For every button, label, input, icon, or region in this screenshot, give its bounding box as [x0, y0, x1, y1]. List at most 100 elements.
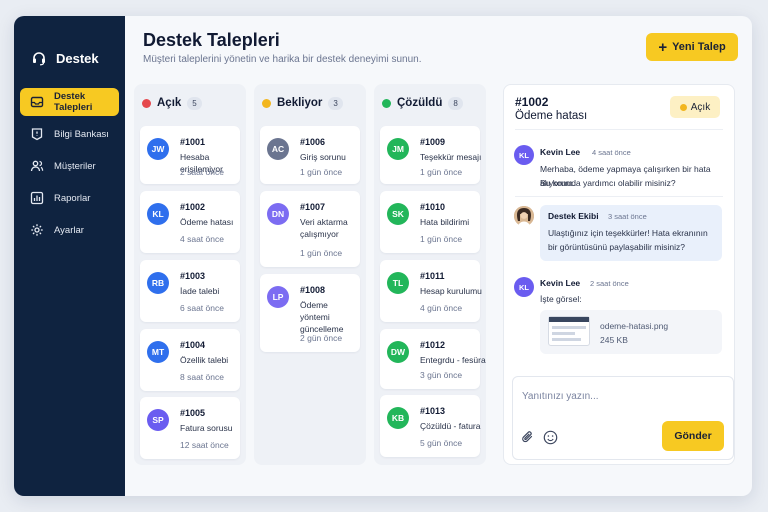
message-author: Destek Ekibi [548, 211, 599, 221]
ticket-id: #1012 [420, 340, 446, 350]
avatar: KL [514, 277, 534, 297]
ticket-time: 5 gün önce [420, 438, 463, 448]
gear-icon [30, 223, 44, 237]
page-title: Destek Talepleri [143, 30, 280, 50]
ticket-card[interactable]: AC #1006 Giriş sorunu 1 gün önce [260, 126, 360, 184]
ticket-card[interactable]: KB #1013 Çözüldü - fatura 5 gün önce [380, 395, 480, 457]
message-time: 2 saat önce [590, 279, 629, 288]
ticket-card[interactable]: JM #1009 Teşekkür mesajı 1 gün önce [380, 126, 481, 184]
ticket-subject: Hata bildirimi [420, 217, 470, 227]
message-time: 4 saat önce [592, 148, 631, 157]
sidebar-item-label: Ayarlar [54, 224, 84, 236]
column-header: Bekliyor 3 [254, 84, 366, 122]
count-badge: 8 [448, 96, 463, 110]
ticket-subject: Veri aktarma çalışmıyor [300, 217, 348, 239]
ticket-time: 1 gün önce [300, 167, 343, 177]
sidebar-item-label: Destek Talepleri [54, 91, 93, 113]
page-subtitle: Müşteri taleplerini yönetin ve harika bi… [143, 54, 422, 65]
divider [515, 196, 723, 197]
avatar: JW [147, 138, 169, 160]
sidebar-item-knowledge-base[interactable]: Bilgi Bankası [20, 120, 119, 148]
ticket-card[interactable]: DW #1012 Entegrdu - fesüra 3 gün önce [380, 329, 486, 389]
column-title: Bekliyor [277, 97, 323, 109]
app-window: Destek Destek Talepleri Bilgi Bankası Mü… [14, 16, 752, 496]
ticket-card[interactable]: SK #1010 Hata bildirimi 1 gün önce [380, 191, 480, 253]
ticket-subject: Fatura sorusu [180, 423, 233, 433]
attachment-size: 245 KB [600, 335, 628, 345]
book-icon [30, 127, 44, 141]
ticket-card[interactable]: DN #1007 Veri aktarma çalışmıyor 1 gün ö… [260, 191, 360, 267]
avatar: LP [267, 286, 289, 308]
brand[interactable]: Destek [14, 48, 125, 68]
support-avatar [514, 206, 534, 226]
ticket-subject: Hesap kurulumu [420, 286, 482, 296]
message-author: Kevin Lee [540, 147, 581, 157]
avatar: SP [147, 409, 169, 431]
sidebar-item-tickets[interactable]: Destek Talepleri [20, 88, 119, 116]
column-pending: Bekliyor 3 AC #1006 Giriş sorunu 1 gün ö… [254, 84, 366, 465]
ticket-time: 2 saat önce [180, 167, 224, 177]
ticket-card[interactable]: JW #1001 Hesaba erişilemiyor 2 saat önce [140, 126, 240, 184]
ticket-card[interactable]: RB #1003 İade talebi 6 saat önce [140, 260, 240, 322]
ticket-time: 3 gün önce [420, 370, 463, 380]
column-header: Açık 5 [134, 84, 246, 122]
ticket-card[interactable]: TL #1011 Hesap kurulumu 4 gün önce [380, 260, 482, 322]
sidebar-item-reports[interactable]: Raporlar [20, 184, 119, 212]
status-dot [262, 98, 271, 108]
ticket-id: #1010 [420, 202, 446, 212]
ticket-subject: Entegrdu - fesüra [420, 355, 486, 365]
message-author: Kevin Lee [540, 278, 581, 288]
status-dot [679, 103, 687, 111]
ticket-time: 6 saat önce [180, 303, 224, 313]
ticket-card[interactable]: LP #1008 Ödeme yöntemi güncelleme 2 gün … [260, 274, 360, 352]
ticket-id: #1004 [180, 340, 206, 350]
ticket-id: #1008 [300, 285, 326, 295]
status-dot [382, 98, 391, 108]
detail-ticket-subject: Ödeme hatası [515, 110, 588, 122]
ticket-time: 2 gün önce [300, 333, 343, 343]
ticket-subject: Ödeme yöntemi güncelleme [300, 300, 344, 334]
ticket-card[interactable]: KL #1002 Ödeme hatası 4 saat önce [140, 191, 240, 253]
chart-icon [30, 191, 44, 205]
ticket-id: #1003 [180, 271, 206, 281]
attachment[interactable]: odeme-hatasi.png 245 KB [540, 310, 722, 354]
ticket-time: 1 gün önce [420, 234, 463, 244]
ticket-time: 12 saat önce [180, 440, 229, 450]
ticket-id: #1006 [300, 137, 326, 147]
reply-box: Gönder [512, 376, 734, 460]
reply-input[interactable] [522, 387, 722, 405]
main-content: Destek Talepleri Müşteri taleplerini yön… [125, 16, 752, 496]
sidebar-item-label: Bilgi Bankası [54, 128, 109, 140]
avatar: SK [387, 203, 409, 225]
ticket-id: #1011 [420, 271, 445, 281]
ticket-id: #1013 [420, 406, 446, 416]
ticket-time: 8 saat önce [180, 372, 224, 382]
ticket-card[interactable]: SP #1005 Fatura sorusu 12 saat önce [140, 397, 240, 459]
sidebar-item-label: Raporlar [54, 192, 91, 204]
ticket-subject: Çözüldü - fatura [420, 421, 481, 431]
ticket-subject: Ödeme hatası [180, 217, 234, 227]
column-open: Açık 5 JW #1001 Hesaba erişilemiyor 2 sa… [134, 84, 246, 465]
avatar: KB [387, 407, 409, 429]
sidebar-item-customers[interactable]: Müşteriler [20, 152, 119, 180]
ticket-subject: Özellik talebi [180, 355, 229, 365]
column-header: Çözüldü 8 [374, 84, 486, 122]
divider [515, 129, 723, 130]
sidebar-item-settings[interactable]: Ayarlar [20, 216, 119, 244]
status-dot [142, 98, 151, 108]
ticket-card[interactable]: MT #1004 Özellik talebi 8 saat önce [140, 329, 240, 391]
paperclip-icon[interactable] [520, 429, 536, 445]
status-badge[interactable]: Açık [670, 96, 720, 118]
emoji-icon[interactable] [542, 429, 558, 445]
image-thumbnail [548, 316, 590, 346]
ticket-id: #1005 [180, 408, 206, 418]
detail-ticket-id: #1002 [515, 95, 549, 109]
new-ticket-label: Yeni Talep [672, 41, 726, 53]
send-button[interactable]: Gönder [662, 421, 724, 451]
message-text: Bu konuda yardımcı olabilir misiniz? [540, 178, 676, 188]
status-label: Açık [690, 101, 711, 113]
ticket-time: 4 gün önce [420, 303, 463, 313]
new-ticket-button[interactable]: + Yeni Talep [646, 33, 738, 61]
plus-icon: + [658, 38, 668, 56]
count-badge: 5 [187, 96, 202, 110]
